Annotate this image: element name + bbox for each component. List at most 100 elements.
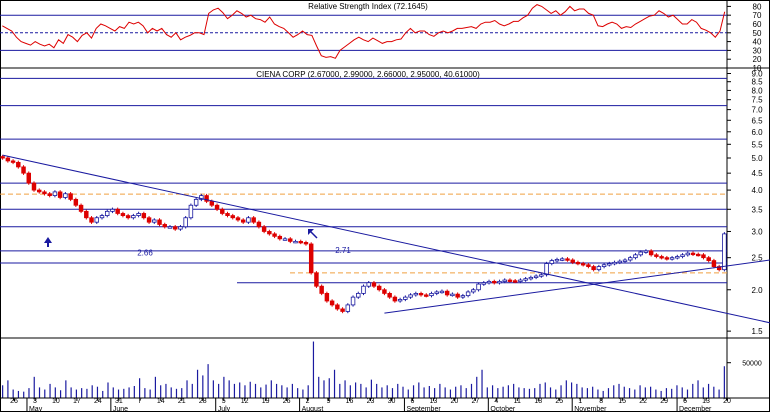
candle-body	[565, 258, 570, 261]
candle-body	[596, 266, 602, 271]
price-tick-label: 7.0	[751, 106, 763, 115]
candle-body	[10, 160, 16, 163]
candle-body	[580, 263, 586, 266]
date-tick-label: 21	[178, 398, 186, 405]
candle-body	[314, 272, 319, 287]
candle-body	[188, 204, 194, 219]
candle-body	[21, 166, 26, 174]
date-tick-label: 26	[283, 398, 291, 405]
candle-body	[345, 304, 351, 312]
candle-body	[518, 279, 523, 282]
candle-body	[722, 233, 727, 271]
candle-body	[136, 213, 141, 216]
candle-body	[235, 217, 241, 221]
price-panel: 1.52.02.53.03.54.04.55.05.56.06.57.07.58…	[0, 69, 770, 339]
candle-body	[89, 217, 94, 223]
candle-body	[277, 235, 283, 240]
month-label: July	[218, 406, 231, 412]
price-tick-label: 3.5	[751, 205, 763, 214]
price-tick-label: 4.5	[751, 169, 763, 178]
candle-body	[335, 304, 340, 310]
candle-body	[324, 293, 330, 302]
candle-body	[141, 213, 147, 219]
candle-body	[570, 259, 575, 263]
volume-tick-label: 50000	[742, 361, 762, 368]
month-label: October	[490, 406, 516, 412]
candle-body	[84, 210, 89, 219]
date-tick-label: 14	[157, 398, 165, 405]
candle-body	[549, 260, 555, 264]
candle-body	[591, 266, 596, 271]
candle-body	[152, 219, 157, 223]
month-label: August	[302, 406, 324, 412]
candle-body	[633, 254, 638, 259]
price-tick-label: 2.0	[751, 286, 763, 295]
candle-body	[319, 285, 324, 294]
candle-body	[628, 257, 633, 261]
candle-body	[356, 293, 361, 298]
date-tick-label: 11	[514, 398, 521, 405]
candle-body	[586, 264, 591, 267]
candle-body	[382, 289, 387, 294]
price-tick-label: 3.0	[751, 227, 763, 236]
candle-body	[648, 250, 654, 256]
date-tick-label: 18	[534, 398, 542, 405]
candle-body	[476, 283, 481, 291]
candle-body	[507, 279, 513, 282]
candle-body	[282, 238, 288, 241]
candle-body	[240, 219, 246, 223]
candle-body	[110, 208, 115, 212]
candle-body	[690, 252, 696, 256]
candle-body	[544, 263, 549, 276]
date-tick-label: 15	[618, 398, 626, 405]
candle-body	[178, 226, 183, 230]
rsi-tick-label: 70	[753, 11, 762, 20]
candle-body	[350, 296, 356, 306]
annotation-label: 2.66	[137, 249, 153, 258]
date-tick-label: 31	[115, 398, 123, 405]
rsi-tick-label: 50	[753, 29, 762, 38]
candle-body	[57, 191, 63, 198]
candle-body	[424, 294, 429, 297]
price-tick-label: 8.0	[751, 86, 763, 95]
candle-body	[664, 257, 670, 260]
volume-panel: 50000	[2, 341, 762, 398]
date-tick-label: 29	[660, 398, 668, 405]
date-tick-label: 23	[367, 398, 375, 405]
candle-body	[329, 300, 335, 306]
rsi-tick-label: 20	[753, 55, 762, 64]
candle-body	[366, 282, 371, 287]
price-tick-label: 5.0	[751, 154, 763, 163]
date-tick-label: 2	[306, 398, 310, 405]
candle-body	[460, 295, 466, 298]
candle-body	[214, 204, 220, 210]
rsi-tick-label: 40	[753, 38, 762, 47]
candle-body	[486, 280, 492, 284]
date-tick-label: 1	[578, 398, 582, 405]
date-tick-label: 5	[222, 398, 226, 405]
candle-body	[696, 253, 701, 257]
candle-body	[31, 182, 37, 191]
candle-body	[183, 217, 188, 228]
candle-body	[371, 282, 377, 287]
candle-body	[492, 280, 497, 284]
candle-body	[701, 254, 706, 259]
date-tick-label: 22	[639, 398, 647, 405]
month-label: June	[113, 406, 128, 412]
date-tick-label: 10	[52, 398, 60, 405]
candle-body	[361, 285, 366, 294]
price-tick-label: 1.5	[751, 327, 763, 336]
month-label: December	[679, 406, 712, 412]
candle-body	[554, 259, 560, 262]
candle-body	[68, 193, 73, 200]
candle-body	[120, 213, 126, 216]
candle-body	[225, 213, 230, 216]
candle-body	[340, 308, 345, 312]
candle-body	[434, 291, 439, 294]
candle-body	[607, 263, 612, 266]
candle-body	[246, 217, 251, 223]
candle-body	[654, 254, 659, 257]
rsi-tick-label: 80	[753, 2, 762, 11]
price-tick-label: 7.5	[751, 96, 763, 105]
date-axis: 26 3 10 17 24 31 7 14 21 28 5 12 19 26 2 9 16 23 30 6 13 20 27…	[0, 397, 770, 412]
